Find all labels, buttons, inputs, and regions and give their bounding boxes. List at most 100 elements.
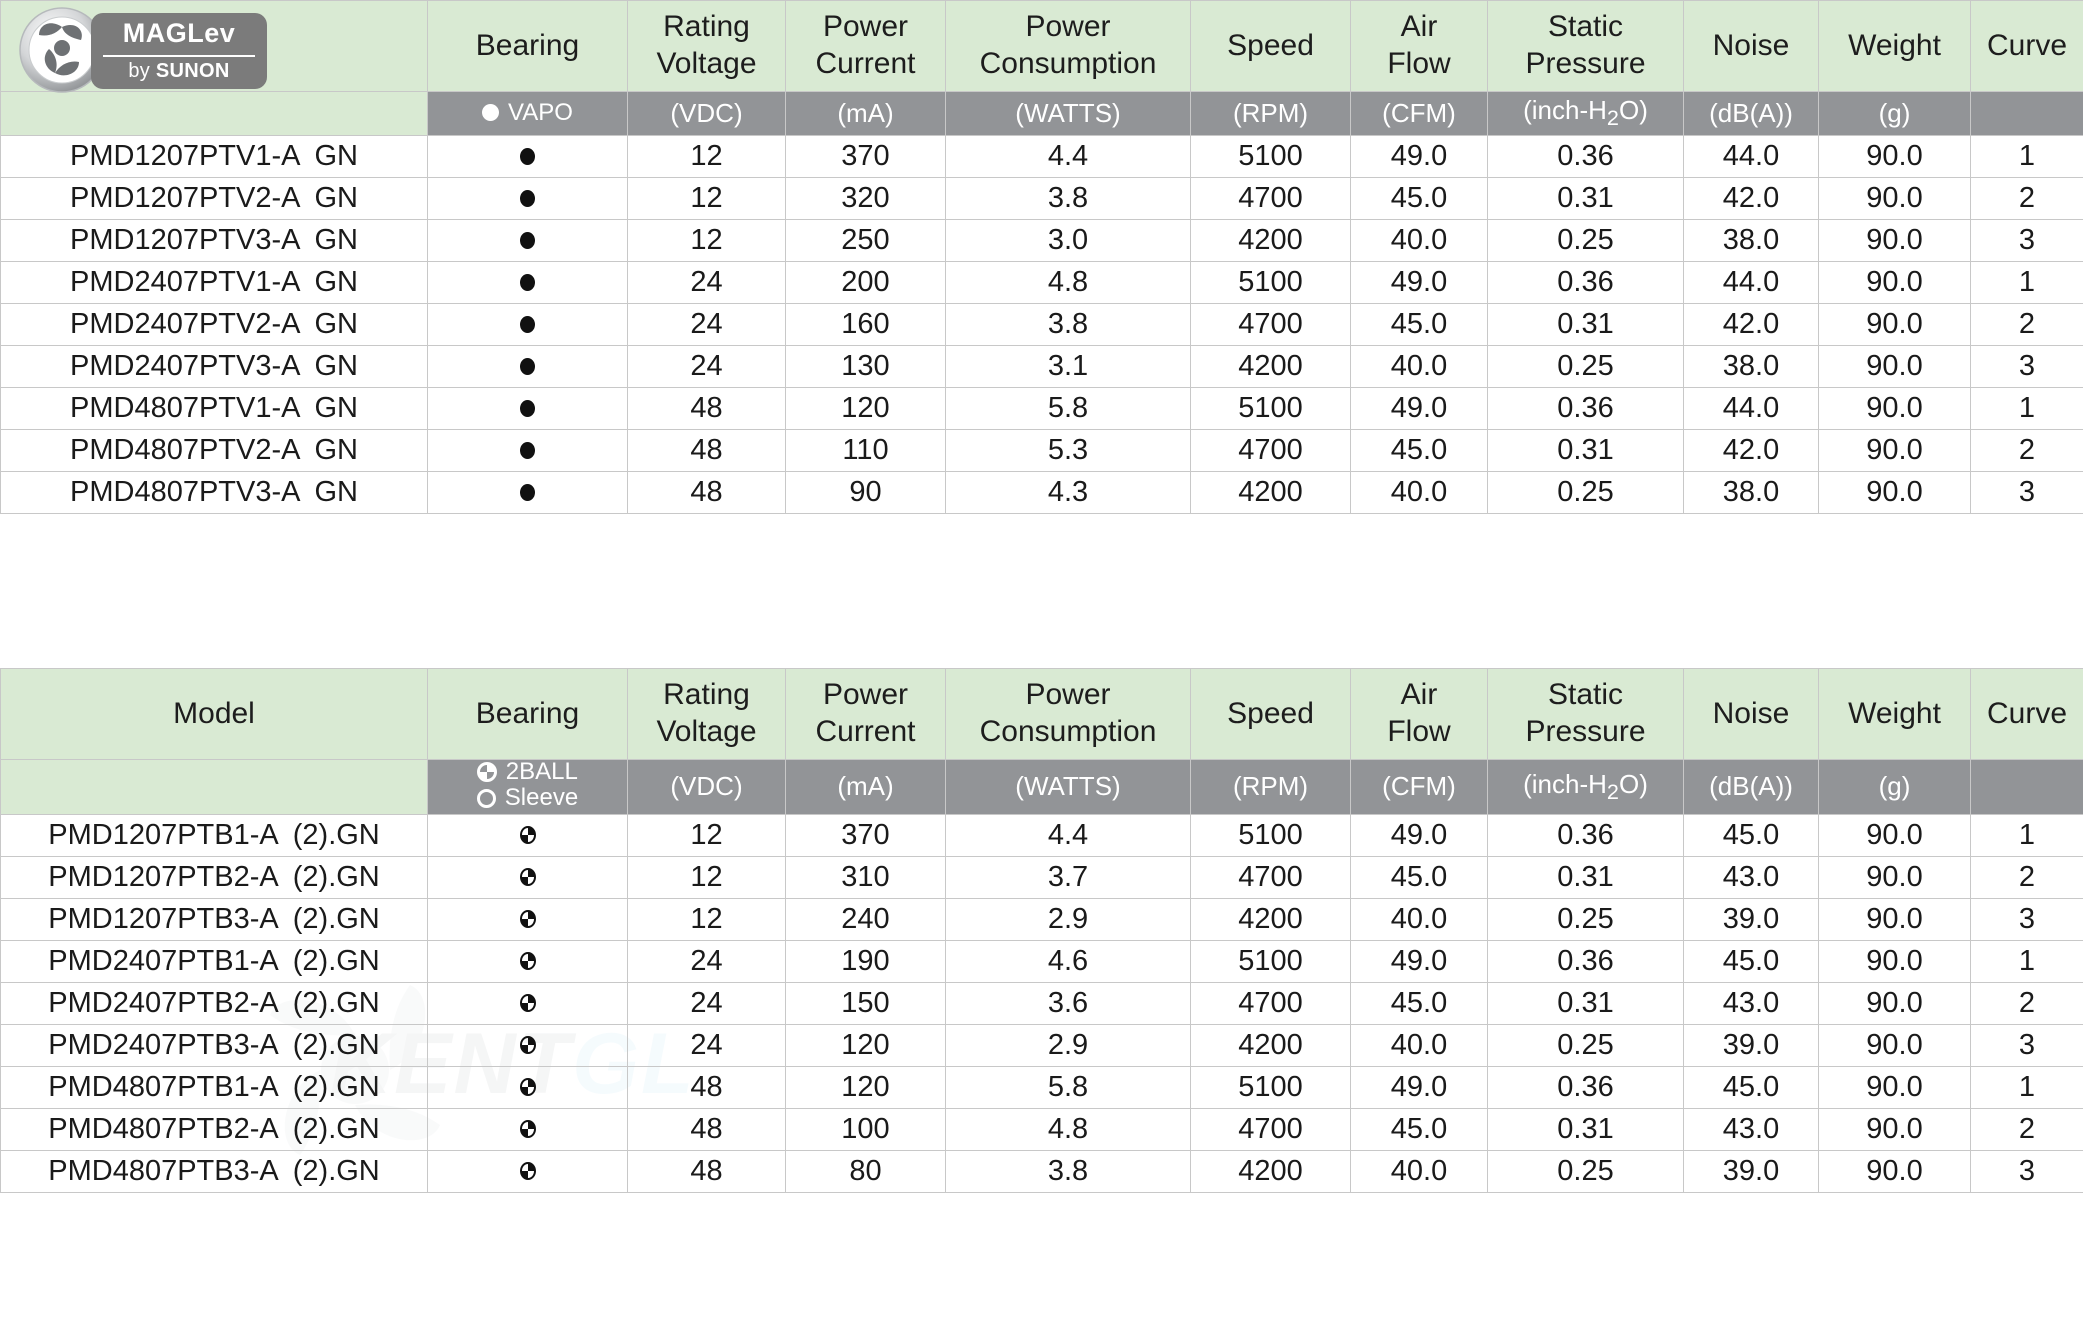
- cell-noise: 45.0: [1683, 940, 1819, 984]
- cell-bearing: [427, 940, 628, 984]
- model-name: PMD2407PTB3-A: [48, 1029, 279, 1062]
- cell-consumption: 2.9: [945, 1024, 1191, 1068]
- cell-bearing: [427, 856, 628, 900]
- model-name: PMD2407PTV2-A: [70, 308, 301, 340]
- maglev-by-sunon: by SUNON: [91, 59, 267, 83]
- cell-static-pressure: 0.31: [1487, 429, 1684, 472]
- sp-line1: Static: [1547, 678, 1624, 712]
- table-units-row: VAPO (VDC) (mA) (WATTS) (RPM) (CFM) (inc…: [0, 91, 2083, 136]
- legend-label-2ball: 2BALL: [505, 758, 578, 785]
- ball-table-body: PMD1207PTB1-A (2).GN 12 370 4.4 5100 49.0 0.36 4…: [0, 814, 2083, 1194]
- table-row: PMD1207PTV2-A GN 12 320 3.8 4700 45.0 0.31 42.0 9…: [0, 177, 2083, 220]
- maglev-logo: MAGLev by SUNON: [19, 7, 271, 93]
- cell-model: PMD4807PTB1-A (2).GN: [0, 1066, 428, 1110]
- cell-weight: 90.0: [1818, 1066, 1971, 1110]
- cell-speed: 5100: [1190, 261, 1351, 304]
- cell-voltage: 48: [627, 471, 786, 514]
- cell-curve: 2: [1970, 303, 2083, 346]
- cell-consumption: 3.8: [945, 1150, 1191, 1194]
- cell-voltage: 48: [627, 429, 786, 472]
- cell-airflow: 49.0: [1350, 387, 1488, 430]
- cell-speed: 4200: [1190, 1150, 1351, 1194]
- cell-curve: 3: [1970, 219, 2083, 262]
- cell-weight: 90.0: [1818, 940, 1971, 984]
- table-row: PMD4807PTV2-A GN 48 110 5.3 4700 45.0 0.31 42.0 9…: [0, 429, 2083, 472]
- cell-weight: 90.0: [1818, 345, 1971, 388]
- cell-consumption: 3.6: [945, 982, 1191, 1026]
- units-weight: (g): [1818, 91, 1971, 136]
- model-name: PMD2407PTV3-A: [70, 350, 301, 382]
- sp-unit-post: O): [1618, 768, 1648, 799]
- cell-voltage: 24: [627, 982, 786, 1026]
- cell-weight: 90.0: [1818, 177, 1971, 220]
- units-consumption: (WATTS): [945, 758, 1191, 816]
- model-suffix: GN: [314, 308, 359, 340]
- filled-circle-icon: [520, 400, 535, 417]
- table-row: PMD4807PTB3-A (2).GN 48 80 3.8 4200 40.0 0.25 39…: [0, 1150, 2083, 1194]
- cell-current: 120: [785, 1024, 946, 1068]
- model-name: PMD2407PTB1-A: [48, 945, 279, 978]
- cell-voltage: 12: [627, 135, 786, 178]
- cell-model: PMD1207PTV2-A GN: [0, 177, 428, 220]
- cell-airflow: 49.0: [1350, 814, 1488, 858]
- model-name: PMD4807PTV2-A: [70, 434, 301, 466]
- sp-line2: Pressure: [1525, 715, 1646, 748]
- cell-voltage: 24: [627, 303, 786, 346]
- table-row: PMD1207PTB1-A (2).GN 12 370 4.4 5100 49.0 0.36 4…: [0, 814, 2083, 858]
- cell-curve: 3: [1970, 898, 2083, 942]
- cell-consumption: 3.8: [945, 303, 1191, 346]
- units-bearing-legend: 2BALL Sleeve: [427, 758, 628, 816]
- cell-curve: 2: [1970, 982, 2083, 1026]
- col-header-static-pressure: Static Pressure: [1487, 0, 1684, 92]
- vapo-spec-table: MAGLev by SUNON Bearing Rating Voltage P…: [0, 0, 2083, 514]
- model-name: PMD1207PTV2-A: [70, 182, 301, 214]
- model-suffix: (2).GN: [292, 903, 380, 936]
- cell-consumption: 3.0: [945, 219, 1191, 262]
- ball-spec-table-container: Model Bearing Rating Voltage Power Curre…: [0, 668, 2083, 1194]
- units-curve: [1970, 91, 2083, 136]
- model-suffix: GN: [314, 350, 359, 382]
- cell-voltage: 24: [627, 345, 786, 388]
- cell-airflow: 40.0: [1350, 1150, 1488, 1194]
- cell-curve: 2: [1970, 177, 2083, 220]
- cell-model: PMD1207PTB2-A (2).GN: [0, 856, 428, 900]
- units-speed: (RPM): [1190, 91, 1351, 136]
- model-name: PMD4807PTB3-A: [48, 1155, 279, 1188]
- half-filled-circle-icon: [519, 826, 536, 845]
- cell-noise: 44.0: [1683, 135, 1819, 178]
- model-name: PMD1207PTB2-A: [48, 861, 279, 894]
- model-suffix: GN: [314, 224, 359, 256]
- cell-bearing: [427, 135, 628, 178]
- cell-noise: 42.0: [1683, 429, 1819, 472]
- cell-noise: 38.0: [1683, 345, 1819, 388]
- cell-consumption: 4.8: [945, 261, 1191, 304]
- half-filled-circle-icon: [519, 868, 536, 887]
- units-model-spacer: [0, 91, 428, 136]
- cell-weight: 90.0: [1818, 219, 1971, 262]
- units-consumption: (WATTS): [945, 91, 1191, 136]
- sp-line2: Pressure: [1525, 47, 1646, 80]
- col-header-curve: Curve: [1970, 668, 2083, 760]
- cell-static-pressure: 0.36: [1487, 261, 1684, 304]
- cell-model: PMD4807PTV2-A GN: [0, 429, 428, 472]
- maglev-wordmark: MAGLev: [122, 18, 236, 48]
- cell-voltage: 24: [627, 940, 786, 984]
- table-row: PMD2407PTV1-A GN 24 200 4.8 5100 49.0 0.36 44.0 9…: [0, 261, 2083, 304]
- sp-unit-sub: 2: [1606, 778, 1619, 804]
- cell-model: PMD4807PTV1-A GN: [0, 387, 428, 430]
- legend-label-vapo: VAPO: [508, 98, 573, 126]
- cell-model: PMD2407PTB2-A (2).GN: [0, 982, 428, 1026]
- cell-consumption: 5.8: [945, 1066, 1191, 1110]
- table-row: PMD4807PTB2-A (2).GN 48 100 4.8 4700 45.0 0.31 4…: [0, 1108, 2083, 1152]
- cell-curve: 2: [1970, 1108, 2083, 1152]
- col-header-power-consumption: Power Consumption: [945, 0, 1191, 92]
- cell-airflow: 49.0: [1350, 940, 1488, 984]
- consumption-line1: Power: [1025, 10, 1111, 44]
- cell-noise: 43.0: [1683, 856, 1819, 900]
- cell-current: 250: [785, 219, 946, 262]
- table-row: PMD1207PTB2-A (2).GN 12 310 3.7 4700 45.0 0.31 4…: [0, 856, 2083, 900]
- cell-noise: 39.0: [1683, 1024, 1819, 1068]
- model-name: PMD1207PTV3-A: [70, 224, 301, 256]
- cell-consumption: 5.8: [945, 387, 1191, 430]
- col-header-air-flow: Air Flow: [1350, 0, 1488, 92]
